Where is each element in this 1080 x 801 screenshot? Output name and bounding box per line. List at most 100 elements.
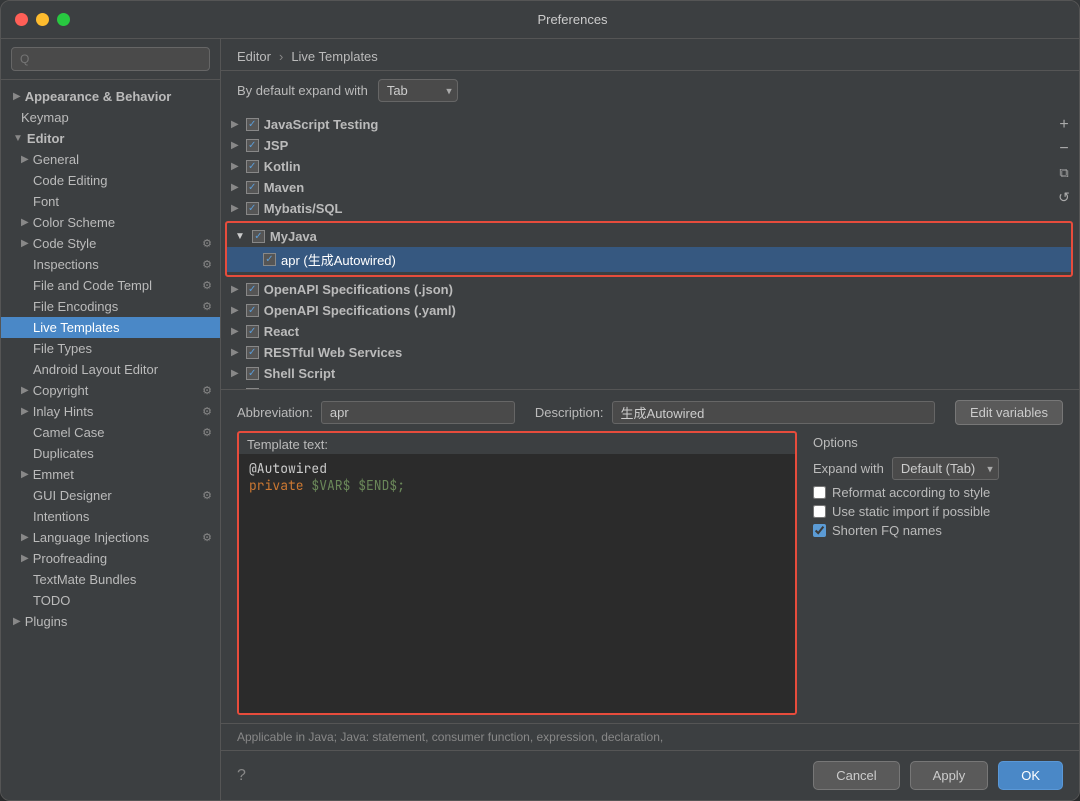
collapsed-arrow-icon: ▶ xyxy=(231,119,239,130)
abbreviation-input[interactable] xyxy=(321,401,515,424)
collapsed-arrow-icon: ▶ xyxy=(231,284,239,295)
footer: ? Cancel Apply OK xyxy=(221,750,1079,800)
sidebar-item-inlay-hints[interactable]: ▶ Inlay Hints ⚙ xyxy=(1,401,220,422)
close-button[interactable] xyxy=(15,13,28,26)
search-box xyxy=(1,39,220,80)
template-checkbox[interactable] xyxy=(246,139,259,152)
static-import-row: Use static import if possible xyxy=(813,502,1063,521)
sidebar-item-android-layout-editor[interactable]: Android Layout Editor xyxy=(1,359,220,380)
maximize-button[interactable] xyxy=(57,13,70,26)
sidebar-item-code-style[interactable]: ▶ Code Style ⚙ xyxy=(1,233,220,254)
sidebar: ▶ Appearance & Behavior Keymap ▼ Editor … xyxy=(1,39,221,800)
sidebar-item-emmet[interactable]: ▶ Emmet xyxy=(1,464,220,485)
static-import-label: Use static import if possible xyxy=(832,504,990,519)
template-checkbox[interactable] xyxy=(246,388,259,390)
sidebar-item-textmate-bundles[interactable]: TextMate Bundles xyxy=(1,569,220,590)
sidebar-item-plugins[interactable]: ▶ Plugins xyxy=(1,611,220,632)
template-checkbox[interactable] xyxy=(246,202,259,215)
sidebar-item-camel-case[interactable]: Camel Case ⚙ xyxy=(1,422,220,443)
sidebar-item-file-encodings[interactable]: File Encodings ⚙ xyxy=(1,296,220,317)
static-import-checkbox[interactable] xyxy=(813,505,826,518)
list-item[interactable]: ▶ React xyxy=(221,321,1079,342)
sidebar-item-appearance[interactable]: ▶ Appearance & Behavior xyxy=(1,86,220,107)
arrow-icon: ▼ xyxy=(13,133,23,144)
list-item[interactable]: ▶ SQL xyxy=(221,384,1079,390)
sidebar-item-keymap[interactable]: Keymap xyxy=(1,107,220,128)
list-item[interactable]: ▶ Mybatis/SQL xyxy=(221,198,1079,219)
template-checkbox[interactable] xyxy=(246,283,259,296)
remove-button[interactable]: − xyxy=(1053,138,1075,160)
template-text-code[interactable]: @Autowired private $VAR$ $END$; xyxy=(239,454,795,713)
sidebar-item-file-code-templates[interactable]: File and Code Templ ⚙ xyxy=(1,275,220,296)
description-input[interactable] xyxy=(612,401,935,424)
sidebar-item-duplicates[interactable]: Duplicates xyxy=(1,443,220,464)
template-checkbox[interactable] xyxy=(246,325,259,338)
abbreviation-group: Abbreviation: xyxy=(237,401,515,424)
help-icon[interactable]: ? xyxy=(237,767,246,785)
list-item[interactable]: ▶ JavaScript Testing xyxy=(221,114,1079,135)
template-checkbox[interactable] xyxy=(252,230,265,243)
template-checkbox[interactable] xyxy=(246,118,259,131)
template-checkbox[interactable] xyxy=(246,346,259,359)
sidebar-item-label: Keymap xyxy=(21,110,69,125)
reformat-checkbox[interactable] xyxy=(813,486,826,499)
sidebar-item-todo[interactable]: TODO xyxy=(1,590,220,611)
template-checkbox[interactable] xyxy=(246,367,259,380)
arrow-icon: ▶ xyxy=(21,385,29,396)
ok-button[interactable]: OK xyxy=(998,761,1063,790)
shorten-fq-checkbox[interactable] xyxy=(813,524,826,537)
search-input[interactable] xyxy=(11,47,210,71)
add-button[interactable]: + xyxy=(1053,114,1075,136)
shorten-fq-row: Shorten FQ names xyxy=(813,521,1063,540)
template-checkbox[interactable] xyxy=(263,253,276,266)
sidebar-item-color-scheme[interactable]: ▶ Color Scheme xyxy=(1,212,220,233)
sidebar-item-copyright[interactable]: ▶ Copyright ⚙ xyxy=(1,380,220,401)
sidebar-item-live-templates[interactable]: Live Templates xyxy=(1,317,220,338)
panel-header: Editor › Live Templates xyxy=(221,39,1079,71)
expanded-arrow-icon: ▼ xyxy=(235,231,245,242)
sidebar-item-label: Code Editing xyxy=(33,173,107,188)
gear-icon: ⚙ xyxy=(202,237,212,250)
cancel-button[interactable]: Cancel xyxy=(813,761,899,790)
template-group-label: OpenAPI Specifications (.yaml) xyxy=(264,303,456,318)
sidebar-item-label: GUI Designer xyxy=(33,488,112,503)
sidebar-item-file-types[interactable]: File Types xyxy=(1,338,220,359)
sidebar-item-editor[interactable]: ▼ Editor xyxy=(1,128,220,149)
breadcrumb-separator: › xyxy=(279,49,283,64)
list-item[interactable]: ▶ JSP xyxy=(221,135,1079,156)
sidebar-item-label: Proofreading xyxy=(33,551,107,566)
list-item[interactable]: ▶ Maven xyxy=(221,177,1079,198)
collapsed-arrow-icon: ▶ xyxy=(231,347,239,358)
apply-button[interactable]: Apply xyxy=(910,761,989,790)
template-checkbox[interactable] xyxy=(246,181,259,194)
list-item-apr[interactable]: apr (生成Autowired) xyxy=(227,247,1071,272)
template-checkbox[interactable] xyxy=(246,160,259,173)
list-item[interactable]: ▶ Kotlin xyxy=(221,156,1079,177)
copy-button[interactable]: ⧉ xyxy=(1053,162,1075,184)
list-item-myjava[interactable]: ▼ MyJava xyxy=(227,226,1071,247)
description-group: Description: xyxy=(535,401,935,424)
expand-with-select[interactable]: Default (Tab) Tab Space Enter xyxy=(892,457,999,480)
sidebar-item-proofreading[interactable]: ▶ Proofreading xyxy=(1,548,220,569)
list-item[interactable]: ▶ OpenAPI Specifications (.json) xyxy=(221,279,1079,300)
sidebar-item-gui-designer[interactable]: GUI Designer ⚙ xyxy=(1,485,220,506)
sidebar-item-label: Code Style xyxy=(33,236,97,251)
sidebar-item-intentions[interactable]: Intentions xyxy=(1,506,220,527)
restore-button[interactable]: ↺ xyxy=(1053,186,1075,208)
expand-with-row: Expand with Default (Tab) Tab Space Ente… xyxy=(813,454,1063,483)
list-item[interactable]: ▶ OpenAPI Specifications (.yaml) xyxy=(221,300,1079,321)
minimize-button[interactable] xyxy=(36,13,49,26)
gear-icon: ⚙ xyxy=(202,279,212,292)
list-item[interactable]: ▶ RESTful Web Services xyxy=(221,342,1079,363)
sidebar-item-inspections[interactable]: Inspections ⚙ xyxy=(1,254,220,275)
template-checkbox[interactable] xyxy=(246,304,259,317)
sidebar-item-font[interactable]: Font xyxy=(1,191,220,212)
list-side-toolbar: + − ⧉ ↺ xyxy=(1049,110,1079,212)
edit-variables-button[interactable]: Edit variables xyxy=(955,400,1063,425)
template-group-label: React xyxy=(264,324,299,339)
sidebar-item-language-injections[interactable]: ▶ Language Injections ⚙ xyxy=(1,527,220,548)
expand-with-select[interactable]: Tab Space Enter xyxy=(378,79,458,102)
sidebar-item-code-editing[interactable]: Code Editing xyxy=(1,170,220,191)
sidebar-item-general[interactable]: ▶ General xyxy=(1,149,220,170)
list-item[interactable]: ▶ Shell Script xyxy=(221,363,1079,384)
